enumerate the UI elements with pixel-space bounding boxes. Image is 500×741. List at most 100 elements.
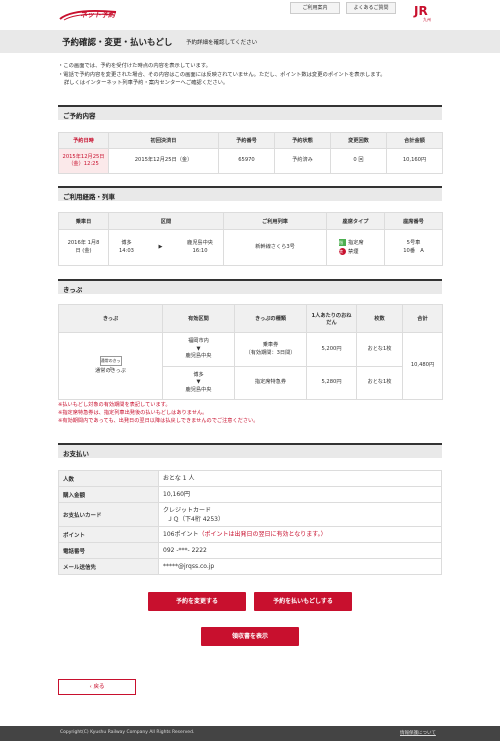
col-header: 1人あたりのおねだん [306, 304, 357, 333]
boarding-date: 2016年 1月8日 (金) [58, 229, 109, 266]
page-subtitle: 予約詳細を確認してください [186, 40, 258, 46]
car-number: 5号車 [406, 240, 421, 246]
ticket-count: おとな1枚 [356, 366, 403, 400]
reservation-table: 予約日時 初回決済日 予約番号 予約状態 変更回数 合計金額 2015年12月2… [58, 132, 443, 174]
col-header: きっぷ [58, 304, 163, 333]
ticket-label: 通常のきっぷ [95, 368, 126, 375]
col-header: 合計金額 [386, 132, 443, 149]
route-heading: ご利用経路・列車 [58, 186, 442, 201]
section-to: 鹿児島中央 [185, 353, 212, 360]
to-time: 16:10 [192, 247, 208, 254]
footer: Copyright(C) Kyushu Railway Company All … [0, 726, 500, 741]
ticket-warnings: ※払いもどし対象の有効期間を表記しています。 ※指定席特急券は、指定列車出発後の… [58, 401, 442, 425]
title-bar: 予約確認・変更・払いもどし 予約詳細を確認してください [0, 30, 500, 53]
col-header: きっぷの種類 [234, 304, 307, 333]
row-label: 人数 [58, 470, 159, 487]
table-row: ポイント 106ポイント（ポイントは出発日の翌日に有効となります。） [58, 526, 442, 543]
table-row: 人数 おとな 1 人 [58, 470, 442, 487]
notice-line: ・この画面では、予約を受付けた時点の内容を表示しています。 [58, 63, 211, 69]
notice-line: ・電話で予約内容を変更された場合、その内容はこの画面には反映されていません。ただ… [58, 71, 386, 78]
jr-logo-sub: 九州 [423, 17, 431, 22]
refund-reservation-button[interactable]: 予約を払いもどしする [254, 592, 352, 611]
tickets-table: きっぷ 有効区間 きっぷの種類 1人あたりのおねだん 枚数 合計 通常のきっぷ … [58, 304, 443, 400]
col-header: 枚数 [356, 304, 403, 333]
notice-text: ・この画面では、予約を受付けた時点の内容を表示しています。 ・電話で予約内容を変… [58, 62, 458, 88]
col-header: ご利用列車 [223, 212, 327, 230]
privacy-policy-link[interactable]: 情報保護について [400, 730, 436, 736]
payment-heading: お支払い [58, 443, 442, 458]
back-button[interactable]: ‹ 戻る [58, 679, 136, 695]
col-header: 乗車日 [58, 212, 109, 230]
points-note: （ポイントは出発日の翌日に有効となります。） [198, 531, 327, 538]
seat-type: 指指定席 禁禁煙 [326, 229, 385, 266]
section-from: 福岡市内 [188, 338, 209, 345]
table-row: お支払いカード クレジットカード ＪＱ（下4桁 4253） [58, 502, 442, 527]
reserved-seat-icon: 指 [339, 239, 346, 246]
table-row: 通常のきっぷ 通常のきっぷ 福岡市内 ▼ 鹿児島中央 乗車券 （有効期間：3日間… [58, 332, 443, 400]
row-label: お支払いカード [58, 502, 159, 527]
table-row: 2016年 1月8日 (金) 博多 14:03 ▶ 鹿児島中央 16:10 新幹… [58, 229, 443, 266]
unit-price: 5,280円 [306, 366, 357, 400]
row-label: メール送信先 [58, 558, 159, 575]
from-time: 14:03 [119, 247, 134, 254]
section-title: お支払い [63, 450, 89, 458]
phone-number: 092 -***- 2222 [158, 542, 442, 559]
col-header: 初回決済日 [108, 132, 219, 149]
purchase-amount: 10,160円 [158, 486, 442, 503]
row-label: 電話番号 [58, 542, 159, 559]
logo-text: ネット予約 [80, 11, 115, 19]
jr-kyushu-logo: JR 九州 [414, 5, 436, 23]
change-count: 0 回 [330, 148, 387, 174]
no-smoking-icon: 禁 [339, 247, 346, 255]
table-row: メール送信先 *****@jrqss.co.jp [58, 558, 442, 575]
faq-button[interactable]: よくあるご質問 [346, 2, 396, 14]
show-receipt-button[interactable]: 領収書を表示 [201, 627, 299, 646]
row-label: ポイント [58, 526, 159, 543]
ticket-type: 乗車券 （有効期間：3日間） [234, 332, 307, 367]
notice-line: 詳しくはインターネット列車予約・案内センターへご確認ください。 [64, 80, 229, 86]
ticket-type-note: （有効期間：3日間） [245, 349, 296, 356]
copyright: Copyright(C) Kyushu Railway Company All … [60, 730, 195, 735]
route-section: 博多 14:03 ▶ 鹿児島中央 16:10 [108, 229, 224, 266]
unit-price: 5,200円 [306, 332, 357, 367]
ticket-kind-cell: 通常のきっぷ 通常のきっぷ [58, 332, 163, 400]
train-name: 新幹線さくら3号 [223, 229, 327, 266]
reservation-heading: ご予約内容 [58, 105, 442, 120]
top-bar: ネット予約 ご利用案内 よくあるご質問 JR 九州 [0, 0, 500, 30]
mail-address: *****@jrqss.co.jp [158, 558, 442, 575]
col-header: 変更回数 [330, 132, 387, 149]
smoking-label: 禁煙 [348, 248, 359, 255]
reservation-number: 65970 [218, 148, 275, 174]
valid-section: 博多 ▼ 鹿児島中央 [162, 366, 235, 400]
change-reservation-button[interactable]: 予約を変更する [148, 592, 246, 611]
total-amount: 10,160円 [386, 148, 443, 174]
reservation-status: 予約済み [274, 148, 331, 174]
warning-line: ※有効期間内であっても、出発日の翌日以降は払戻しできませんのでご注意ください。 [58, 418, 259, 424]
ticket-thumbnail: 通常のきっぷ [99, 356, 122, 372]
col-header: 合計 [402, 304, 443, 333]
passenger-count: おとな 1 人 [158, 470, 442, 487]
section-to: 鹿児島中央 [185, 386, 212, 393]
back-label: 戻る [93, 684, 105, 690]
ticket-total: 10,480円 [402, 332, 443, 400]
jr-logo-text: JR [414, 4, 428, 18]
section-title: きっぷ [63, 286, 83, 294]
row-label: 購入金額 [58, 486, 159, 503]
ticket-count: おとな1枚 [356, 332, 403, 367]
payment-card: クレジットカード ＪＱ（下4桁 4253） [158, 502, 442, 527]
col-header: 予約日時 [58, 132, 109, 149]
reservation-datetime: 2015年12月25日（金）12:25 [58, 148, 109, 174]
valid-section: 福岡市内 ▼ 鹿児島中央 [162, 332, 235, 367]
col-header: 座席番号 [384, 212, 443, 230]
payment-table: 人数 おとな 1 人 購入金額 10,160円 お支払いカード クレジットカード… [58, 470, 442, 575]
col-header: 予約番号 [218, 132, 275, 149]
arrow-right-icon: ▶ [158, 244, 163, 250]
ticket-type: 指定席特急券 [234, 366, 307, 400]
warning-line: ※払いもどし対象の有効期間を表記しています。 [58, 402, 171, 408]
net-yoyaku-logo[interactable]: ネット予約 [58, 6, 118, 22]
seat-position: 10番 A [403, 247, 424, 254]
col-header: 区間 [108, 212, 224, 230]
guide-button[interactable]: ご利用案内 [290, 2, 340, 14]
col-header: 有効区間 [162, 304, 235, 333]
warning-line: ※指定席特急券は、指定列車出発後の払いもどしはありません。 [58, 410, 208, 416]
